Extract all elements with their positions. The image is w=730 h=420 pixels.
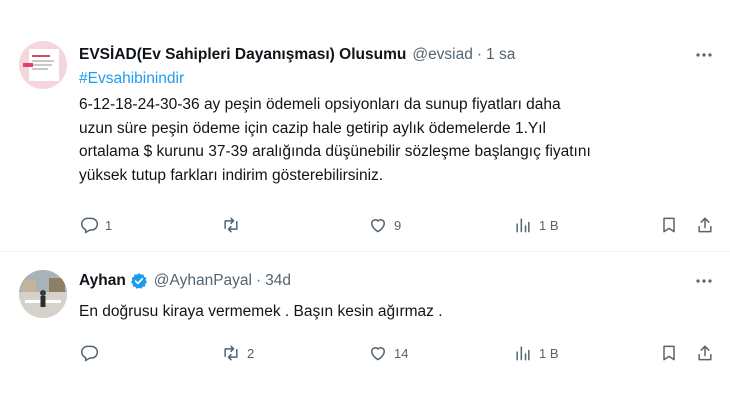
like-count: 14 [394,345,409,361]
handle[interactable]: @evsiad [412,46,473,64]
bookmark-button[interactable] [659,341,679,365]
retweet-icon [224,217,238,233]
like-button[interactable]: 9 [368,213,401,237]
reply-button[interactable]: 1 [79,213,112,237]
bookmark-icon [663,217,675,233]
views-count: 1 B [539,217,559,233]
views-count: 1 B [539,345,559,361]
retweet-icon [224,345,238,361]
separator: · [476,46,483,63]
retweet-count: 2 [247,345,255,361]
like-icon [371,219,385,233]
views-button[interactable]: 1 B [513,341,559,365]
action-bar: 1 9 1 B [0,213,730,237]
share-icon [698,217,712,233]
share-button[interactable] [695,213,715,237]
views-icon [516,218,530,233]
reply-count: 1 [105,217,113,233]
separator: · [255,272,262,289]
avatar[interactable] [19,270,67,318]
reply-icon [81,345,99,362]
tweet-text-line: 6-12-18-24-30-36 ay peşin ödemeli opsiyo… [79,96,561,113]
views-button[interactable]: 1 B [513,213,559,237]
tweet-evsiad[interactable]: EVSİAD(Ev Sahipleri Dayanışması) Olusumu… [0,0,730,252]
share-icon [698,345,712,361]
tweet-header: Ayhan @AyhanPayal · 34d [79,270,291,292]
avatar[interactable] [19,41,67,89]
reply-icon [81,217,99,234]
handle[interactable]: @AyhanPayal [154,272,252,290]
retweet-button[interactable] [221,213,247,237]
tweet-text-line: En doğrusu kiraya vermemek . Başın kesin… [79,303,443,320]
tweet-text: 6-12-18-24-30-36 ay peşin ödemeli opsiyo… [79,93,699,187]
tweet-text-line: ortalama $ kurunu 37-39 aralığında düşün… [79,143,591,160]
views-icon [516,346,530,361]
display-name[interactable]: EVSİAD(Ev Sahipleri Dayanışması) Olusumu [79,46,406,64]
hashtag-link[interactable]: #Evsahibinindir [79,70,184,88]
tweet-text: En doğrusu kiraya vermemek . Başın kesin… [79,300,699,324]
like-button[interactable]: 14 [368,341,408,365]
timestamp[interactable]: 1 sa [486,46,515,64]
like-icon [371,347,385,361]
tweet-text-line: yüksek tutup farkları indirim gösterebil… [79,166,384,184]
like-count: 9 [394,217,402,233]
bookmark-button[interactable] [659,213,679,237]
reply-button[interactable] [79,341,105,365]
timestamp[interactable]: 34d [265,272,291,290]
tweet-ayhan[interactable]: Ayhan @AyhanPayal · 34d En doğrusu kiray… [0,252,730,420]
bookmark-icon [663,345,675,361]
share-button[interactable] [695,341,715,365]
display-name[interactable]: Ayhan [79,272,126,290]
verified-badge-icon[interactable] [130,272,148,290]
more-icon[interactable] [693,270,715,292]
tweet-header: EVSİAD(Ev Sahipleri Dayanışması) Olusumu… [79,44,515,66]
more-icon[interactable] [693,44,715,66]
action-bar: 2 14 1 B [0,341,730,365]
retweet-button[interactable]: 2 [221,341,254,365]
tweet-text-line: uzun süre peşin ödeme için cazip hale ge… [79,119,546,137]
